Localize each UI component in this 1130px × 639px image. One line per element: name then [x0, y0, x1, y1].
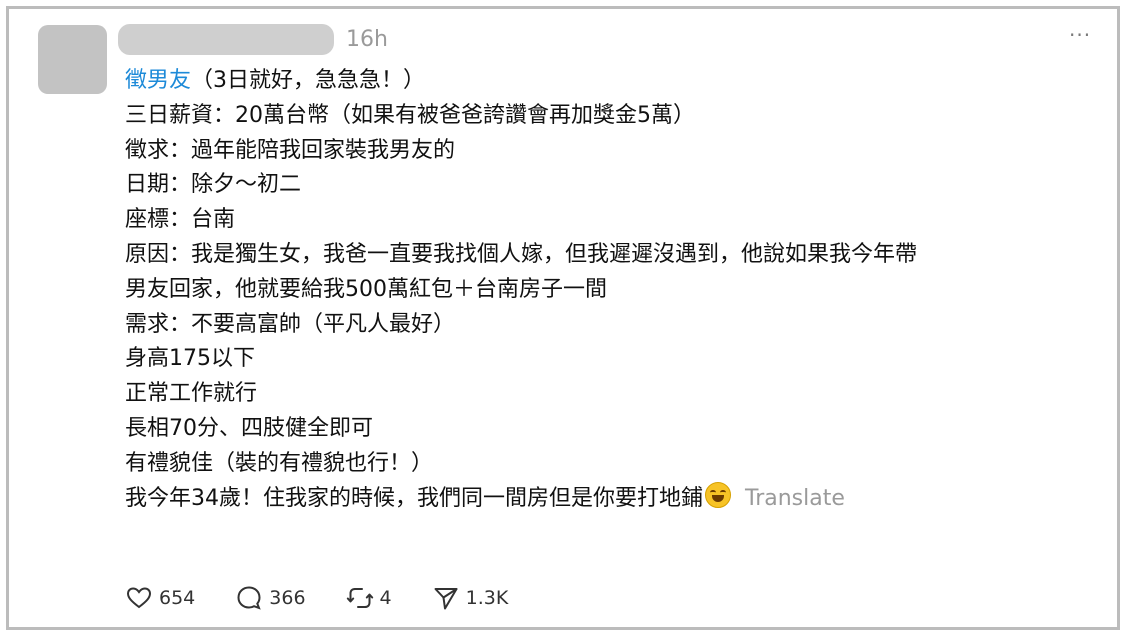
post-line: 需求：不要高富帥（平凡人最好）	[125, 311, 456, 337]
post-title-text: （3日就好，急急急！）	[191, 68, 426, 93]
avatar[interactable]	[38, 25, 107, 94]
username-redacted[interactable]	[118, 24, 334, 55]
post-body: 徵男友（3日就好，急急急！） 三日薪資：20萬台幣（如果有被爸爸誇讚會再加獎金5…	[125, 64, 1105, 516]
share-button[interactable]: 1.3K	[432, 584, 509, 612]
post-line: 原因：我是獨生女，我爸一直要我找個人嫁，但我遲遲沒遇到，他說如果我今年帶	[125, 241, 918, 267]
share-count: 1.3K	[465, 587, 509, 609]
comment-count: 366	[269, 587, 306, 609]
post-line: 正常工作就行	[125, 381, 258, 407]
post-actions: 654 366 4 1.3K	[125, 584, 548, 612]
post-line: 徵求：過年能陪我回家裝我男友的	[125, 137, 456, 163]
post-line: 三日薪資：20萬台幣（如果有被爸爸誇讚會再加獎金5萬）	[125, 102, 695, 128]
post-card: 16h ··· 徵男友（3日就好，急急急！） 三日薪資：20萬台幣（如果有被爸爸…	[6, 6, 1120, 630]
post-line: 長相70分、四肢健全即可	[125, 415, 373, 441]
post-title-line: 徵男友（3日就好，急急急！）	[125, 64, 1105, 99]
heart-icon	[126, 587, 152, 609]
post-line: 座標：台南	[125, 207, 236, 233]
laughing-with-tears-emoji-icon	[705, 481, 731, 508]
topic-tag-link[interactable]: 徵男友	[125, 68, 191, 93]
like-count: 654	[159, 587, 196, 609]
comment-bubble-icon	[237, 586, 261, 610]
more-options-button[interactable]: ···	[1069, 23, 1091, 47]
comment-button[interactable]: 366	[235, 584, 306, 612]
repost-icon	[346, 588, 373, 608]
post-line-text: 我今年34歲！住我家的時候，我們同一間房但是你要打地鋪	[125, 485, 703, 511]
post-last-line: 我今年34歲！住我家的時候，我們同一間房但是你要打地鋪 Translate	[125, 481, 1105, 517]
post-line: 日期：除夕～初二	[125, 172, 302, 198]
send-icon	[434, 588, 458, 610]
post-line: 有禮貌佳（裝的有禮貌也行！）	[125, 450, 434, 476]
post-line: 身高175以下	[125, 346, 255, 372]
post-time: 16h	[346, 27, 388, 52]
translate-link[interactable]: Translate	[745, 486, 845, 511]
repost-count: 4	[379, 587, 392, 609]
post-line: 男友回家，他就要給我500萬紅包＋台南房子一間	[125, 276, 607, 302]
like-button[interactable]: 654	[125, 584, 195, 612]
repost-button[interactable]: 4	[346, 584, 392, 612]
